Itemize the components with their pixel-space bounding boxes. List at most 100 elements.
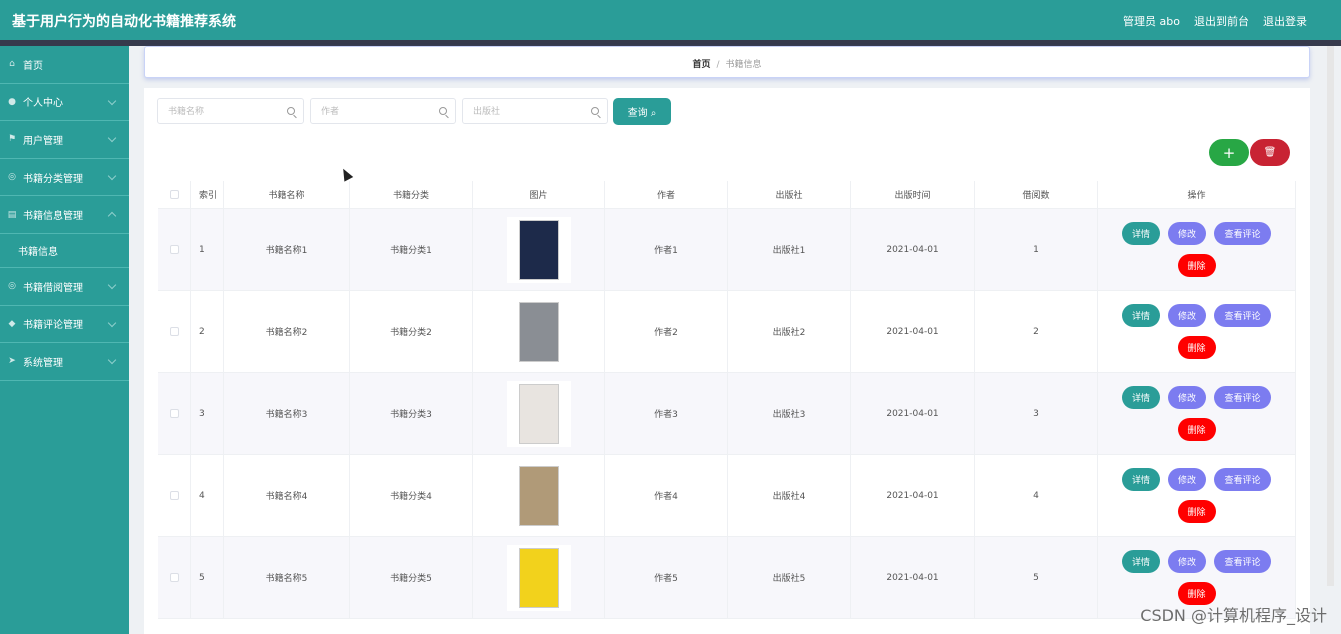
header-cell: 借阅数 <box>975 181 1098 208</box>
chevron-down-icon <box>107 280 117 290</box>
add-button[interactable]: + <box>1209 139 1249 166</box>
edit-button[interactable]: 修改 <box>1168 222 1206 245</box>
table-cell-publisher: 出版社5 <box>728 537 851 618</box>
author-input[interactable] <box>311 100 455 124</box>
sidebar-item-label: 首页 <box>23 60 43 72</box>
sidebar-item-label: 书籍分类管理 <box>23 173 83 185</box>
actions-cell: 详情 修改 查看评论 删除 <box>1098 455 1296 536</box>
sidebar-item-label: 个人中心 <box>23 98 63 110</box>
row-checkbox[interactable] <box>169 327 179 336</box>
table-row: 5 书籍名称5 书籍分类5 作者5 出版社5 2021-04-01 5 详情 修改 查看评论 删除 <box>158 537 1296 619</box>
logout-link[interactable]: 退出登录 <box>1263 13 1307 29</box>
edit-button[interactable]: 修改 <box>1168 386 1206 409</box>
book-icon: ▤ <box>7 209 17 220</box>
table-cell-borrow: 1 <box>975 209 1098 290</box>
sidebar-item-label: 书籍借阅管理 <box>23 282 83 294</box>
query-button[interactable]: 查询 ⌕ <box>613 98 671 125</box>
edit-button[interactable]: 修改 <box>1168 550 1206 573</box>
table-cell-category: 书籍分类4 <box>350 455 473 536</box>
chevron-down-icon <box>107 318 117 327</box>
row-checkbox[interactable] <box>169 245 179 254</box>
breadcrumb-home[interactable]: 首页 <box>692 60 710 70</box>
sidebar-item-system[interactable]: ➤ 系统管理 <box>0 343 129 381</box>
book-cover <box>518 219 559 280</box>
book-cover-image <box>506 380 571 447</box>
sidebar-item-users[interactable]: ⚑ 用户管理 <box>0 121 129 159</box>
detail-button[interactable]: 详情 <box>1122 468 1160 491</box>
row-checkbox[interactable] <box>169 573 179 582</box>
book-cover-image <box>506 216 571 283</box>
select-all-checkbox[interactable] <box>169 190 179 199</box>
scrollbar[interactable] <box>1327 46 1334 586</box>
chevron-down-icon <box>107 133 117 143</box>
cover-cell <box>473 291 605 372</box>
detail-button[interactable]: 详情 <box>1122 386 1160 409</box>
table-cell-date: 2021-04-01 <box>851 291 975 372</box>
table-body: 1 书籍名称1 书籍分类1 作者1 出版社1 2021-04-01 1 详情 修改 查看评论 删除 2… <box>158 209 1296 619</box>
table-cell-category: 书籍分类1 <box>350 209 473 290</box>
view-comments-button[interactable]: 查看评论 <box>1214 386 1271 409</box>
sidebar-item-borrow[interactable]: ◎ 书籍借阅管理 <box>0 268 129 306</box>
table-cell-borrow: 2 <box>975 291 1098 372</box>
book-name-input[interactable] <box>158 100 303 124</box>
sidebar-item-home[interactable]: ⌂ 首页 <box>0 46 129 84</box>
chevron-down-icon <box>107 212 117 221</box>
batch-delete-button[interactable]: 🗑 <box>1250 139 1290 166</box>
breadcrumb: 首页 / 书籍信息 <box>144 46 1310 78</box>
edit-button[interactable]: 修改 <box>1168 468 1206 491</box>
app-window: 基于用户行为的自动化书籍推荐系统 管理员 abo 退出到前台 退出登录 ⌂ 首页 … <box>0 0 1341 634</box>
row-select-cell <box>158 209 191 290</box>
sidebar-item-categories[interactable]: ◎ 书籍分类管理 <box>0 159 129 197</box>
book-name-search <box>157 98 304 124</box>
detail-button[interactable]: 详情 <box>1122 222 1160 245</box>
book-cover-image <box>506 462 571 529</box>
publisher-search <box>462 98 608 124</box>
edit-button[interactable]: 修改 <box>1168 304 1206 327</box>
row-checkbox[interactable] <box>169 491 179 500</box>
detail-button[interactable]: 详情 <box>1122 550 1160 573</box>
back-to-front-link[interactable]: 退出到前台 <box>1194 13 1249 29</box>
delete-button[interactable]: 删除 <box>1177 336 1216 359</box>
sidebar-item-label: 书籍信息 <box>18 246 58 258</box>
book-cover <box>518 383 559 444</box>
send-icon: ➤ <box>8 356 16 367</box>
view-comments-button[interactable]: 查看评论 <box>1214 550 1271 573</box>
sidebar-item-label: 书籍评论管理 <box>23 320 83 332</box>
row-select-cell <box>158 291 191 372</box>
table-cell-date: 2021-04-01 <box>851 537 975 618</box>
delete-button[interactable]: 删除 <box>1177 500 1216 523</box>
header-cell: 出版社 <box>728 181 851 208</box>
table-row: 1 书籍名称1 书籍分类1 作者1 出版社1 2021-04-01 1 详情 修改 查看评论 删除 <box>158 209 1296 291</box>
publisher-input[interactable] <box>463 100 607 124</box>
sidebar-item-profile[interactable]: ● 个人中心 <box>0 84 129 122</box>
detail-button[interactable]: 详情 <box>1122 304 1160 327</box>
sidebar-item-books[interactable]: ▤ 书籍信息管理 <box>0 196 129 234</box>
table-cell-name: 书籍名称2 <box>224 291 350 372</box>
view-comments-button[interactable]: 查看评论 <box>1214 222 1271 245</box>
trash-icon: 🗑 <box>1263 147 1277 158</box>
table-cell-index: 1 <box>191 209 224 290</box>
actions-cell: 详情 修改 查看评论删除 <box>1098 373 1296 454</box>
table-cell-date: 2021-04-01 <box>851 373 975 454</box>
view-comments-button[interactable]: 查看评论 <box>1214 468 1271 491</box>
table-header: 索引 书籍名称 书籍分类 图片 作者 出版社 出版时间 借阅数 操作 <box>158 181 1296 209</box>
sidebar-item-comments[interactable]: ◆ 书籍评论管理 <box>0 306 129 344</box>
sidebar-item-label: 系统管理 <box>23 357 63 369</box>
delete-button[interactable]: 删除 <box>1177 254 1216 277</box>
action-line: 详情 修改 查看评论 <box>1122 304 1271 327</box>
book-cover <box>518 301 559 362</box>
sidebar-subitem-book-info[interactable]: 书籍信息 <box>0 234 129 268</box>
table-cell-author: 作者1 <box>605 209 728 290</box>
header-cell: 书籍名称 <box>224 181 350 208</box>
delete-button[interactable]: 删除 <box>1177 418 1216 441</box>
view-comments-button[interactable]: 查看评论 <box>1214 304 1271 327</box>
row-actions: 详情 修改 查看评论 删除 <box>1122 304 1271 359</box>
top-bar: 基于用户行为的自动化书籍推荐系统 管理员 abo 退出到前台 退出登录 <box>0 0 1341 40</box>
chevron-down-icon <box>107 96 117 105</box>
row-checkbox[interactable] <box>169 409 179 418</box>
table-cell-name: 书籍名称1 <box>224 209 350 290</box>
search-icon <box>287 107 295 115</box>
table-cell-publisher: 出版社1 <box>728 209 851 290</box>
header-cell: 操作 <box>1098 181 1296 208</box>
action-line: 详情 修改 查看评论 <box>1122 468 1271 491</box>
